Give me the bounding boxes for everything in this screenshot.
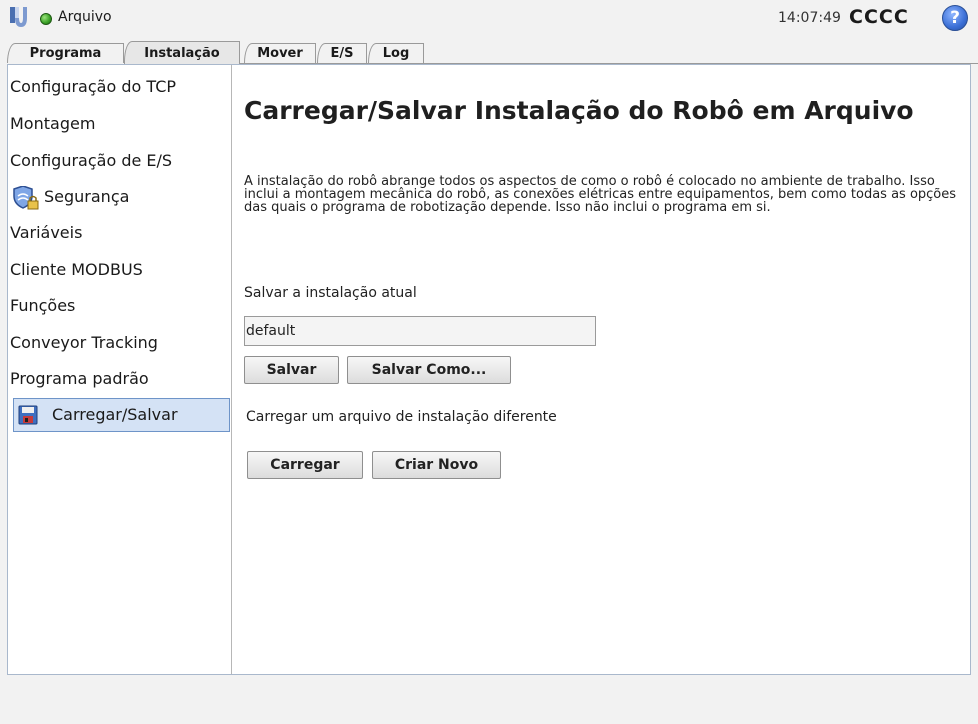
sidebar-item-tcp[interactable]: Configuração do TCP [9,70,231,104]
help-icon[interactable]: ? [942,5,968,31]
tab-log[interactable]: Log [368,43,424,63]
sidebar-item-montagem[interactable]: Montagem [9,107,231,141]
tab-programa[interactable]: Programa [7,43,124,63]
page-description: A instalação do robô abrange todos os as… [244,174,957,215]
sidebar-item-modbus[interactable]: Cliente MODBUS [9,253,231,287]
content-panel: Configuração do TCP Montagem Configuraçã… [7,64,971,675]
create-new-button[interactable]: Criar Novo [372,451,501,479]
page-title: Carregar/Salvar Instalação do Robô em Ar… [244,96,914,125]
save-section-label: Salvar a instalação atual [244,285,417,301]
footer-bar [0,675,978,724]
sidebar-item-label: Segurança [44,187,130,206]
floppy-disk-icon [18,405,38,425]
sidebar-item-conveyor[interactable]: Conveyor Tracking [9,326,231,360]
robot-name: CCCC [849,6,909,28]
robot-status-icon [40,13,52,25]
universal-robots-logo-icon [10,7,27,27]
sidebar-item-label: Carregar/Salvar [52,405,178,424]
clock: 14:07:49 [778,10,841,26]
sidebar-item-programa-padrao[interactable]: Programa padrão [9,362,231,396]
sidebar-item-carregar-salvar[interactable]: Carregar/Salvar [13,398,230,432]
load-button[interactable]: Carregar [247,451,363,479]
tab-mover[interactable]: Mover [244,43,316,63]
sidebar-item-config-es[interactable]: Configuração de E/S [9,144,231,178]
sidebar-item-funcoes[interactable]: Funções [9,289,231,323]
installation-name-field[interactable] [244,316,596,346]
save-button[interactable]: Salvar [244,356,339,384]
sidebar-item-variaveis[interactable]: Variáveis [9,216,231,250]
load-section-label: Carregar um arquivo de instalação difere… [246,409,557,425]
shield-lock-icon [13,186,39,210]
sidebar-item-seguranca[interactable]: Segurança [9,180,231,214]
tab-es[interactable]: E/S [317,43,367,63]
top-bar: Arquivo 14:07:49 CCCC ? [0,0,978,36]
main-tabs: Programa Instalação Mover E/S Log [0,41,978,65]
file-menu[interactable]: Arquivo [58,9,112,25]
tab-instalacao[interactable]: Instalação [124,41,240,65]
save-as-button[interactable]: Salvar Como... [347,356,511,384]
installation-sidebar: Configuração do TCP Montagem Configuraçã… [8,65,232,674]
main-area: Carregar/Salvar Instalação do Robô em Ar… [232,65,970,674]
